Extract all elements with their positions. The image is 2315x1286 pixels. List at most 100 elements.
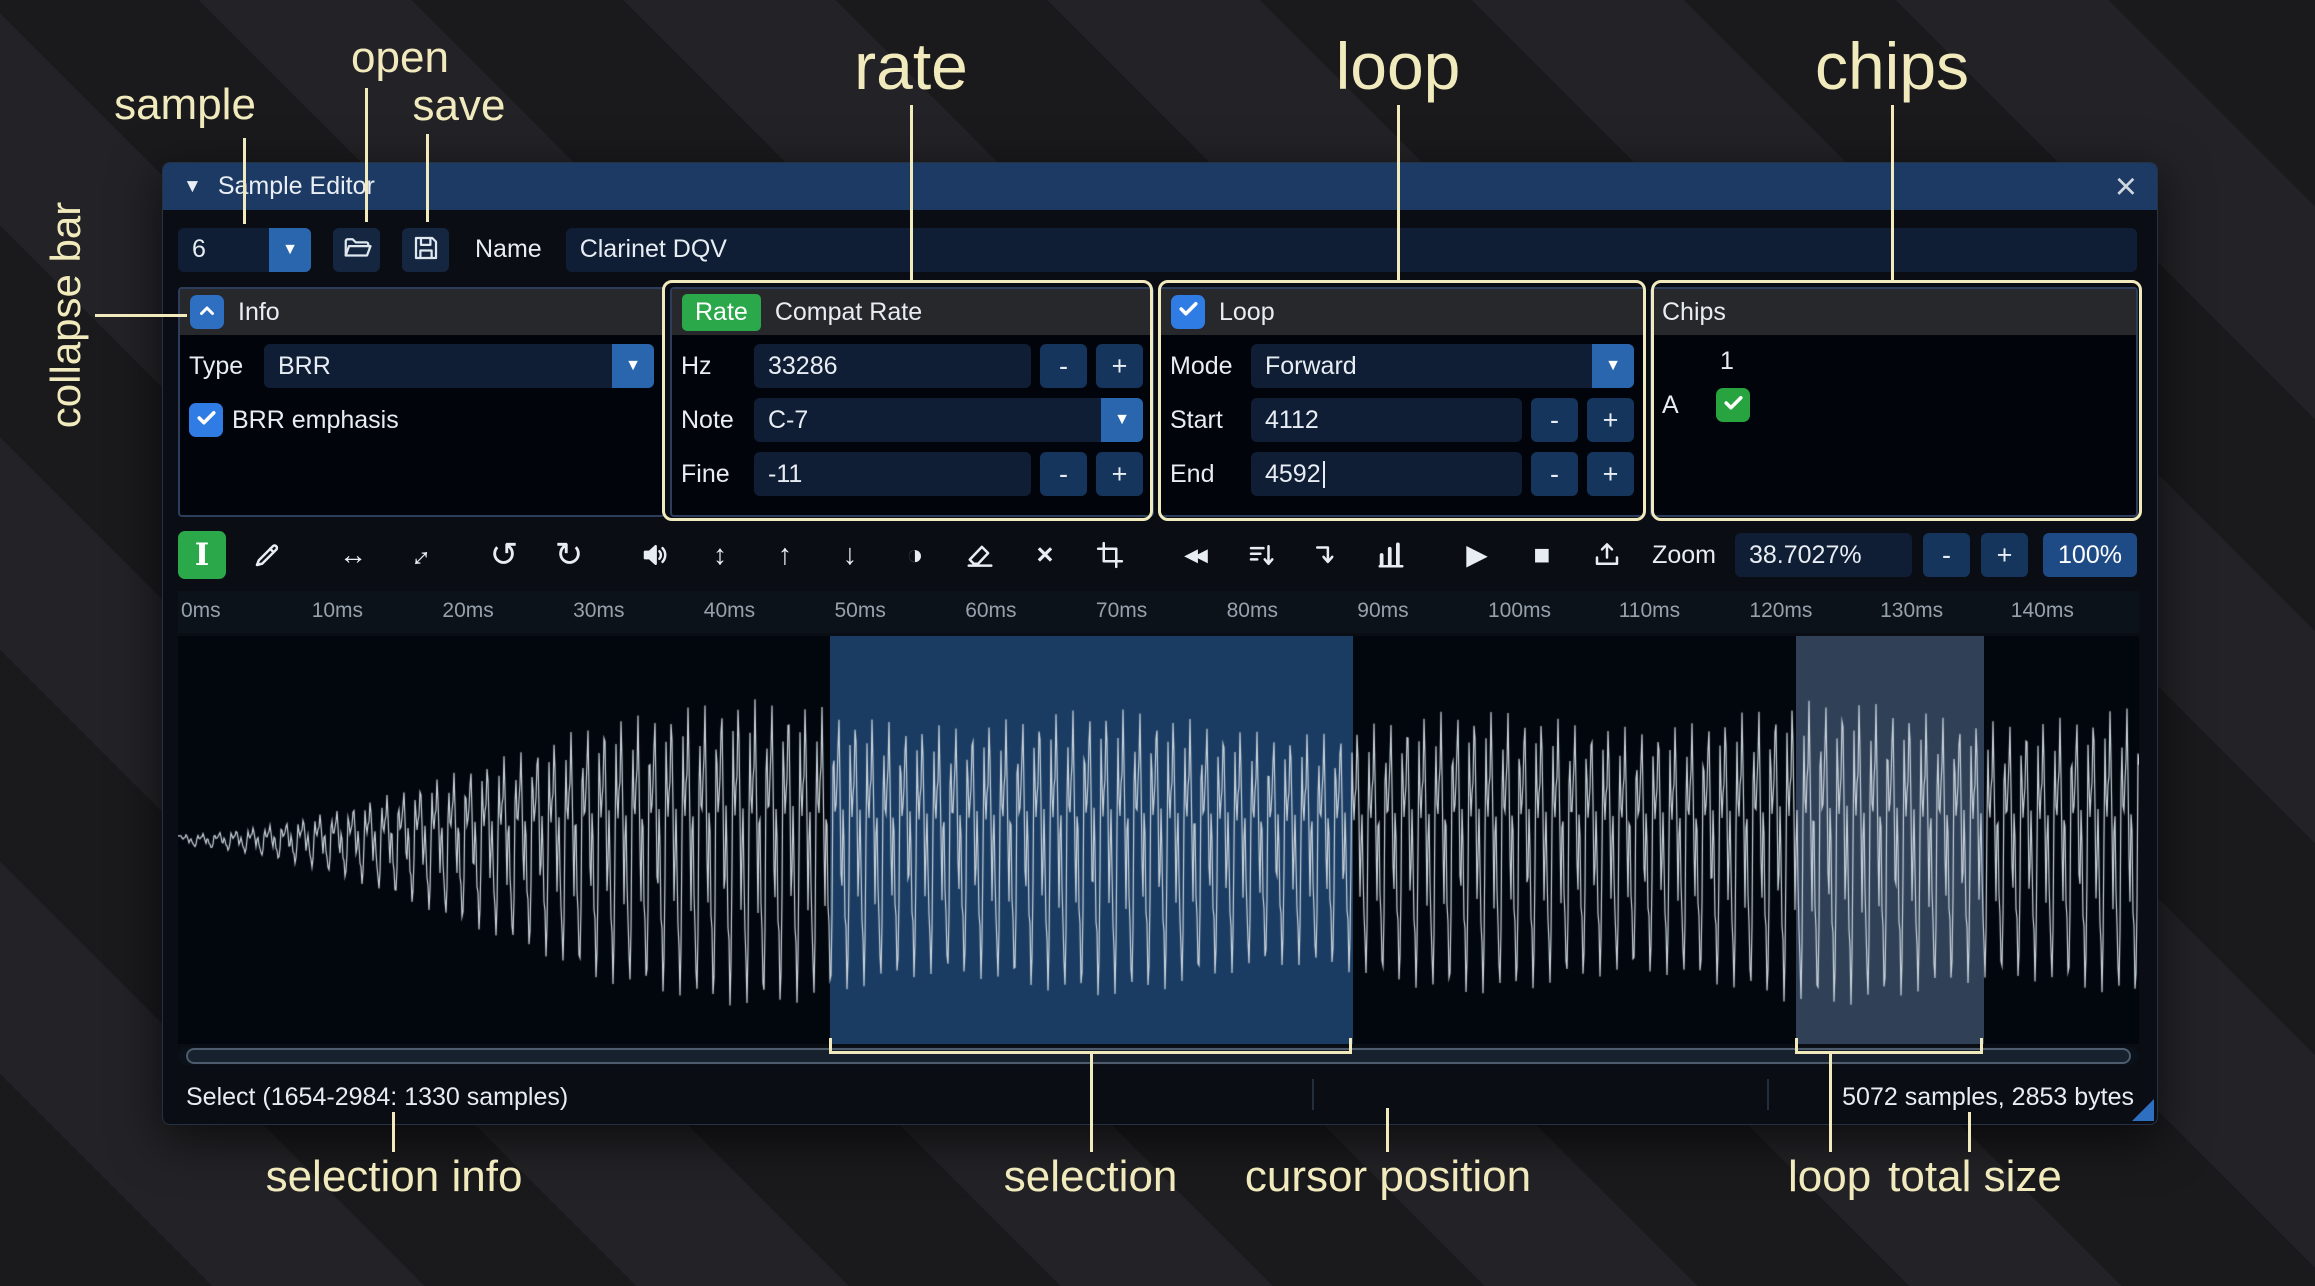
annotation-save: save — [412, 81, 506, 130]
timeline-label: 50ms — [834, 599, 886, 622]
rate-header-label: Compat Rate — [774, 297, 923, 326]
stop-button[interactable]: ■ — [1518, 531, 1566, 579]
note-select[interactable]: C-7 ▼ — [754, 398, 1143, 442]
resize-button[interactable]: ↔ — [329, 531, 377, 579]
zoom-reset-button[interactable]: 100% — [2043, 533, 2137, 577]
amplify-button[interactable] — [631, 531, 679, 579]
rate-mode-button[interactable]: Rate — [682, 293, 761, 331]
loop-end-input[interactable]: 4592 — [1251, 452, 1522, 496]
hz-increment-button[interactable]: + — [1096, 344, 1143, 388]
loop-mode-select[interactable]: Forward ▼ — [1251, 344, 1634, 388]
brr-emphasis-label: BRR emphasis — [232, 405, 399, 434]
loop-end-decrement-button[interactable]: - — [1531, 452, 1578, 496]
sample-number-select[interactable]: 6 ▼ — [178, 227, 311, 272]
trim-button[interactable] — [1086, 531, 1134, 579]
folder-open-icon — [342, 233, 372, 266]
loop-end-label: End — [1170, 459, 1215, 488]
chip-enable-checkbox[interactable] — [1716, 388, 1750, 422]
note-label: Note — [681, 405, 734, 434]
loop-panel-header: Loop — [1161, 289, 1643, 335]
ibeam-cursor-icon: I — [194, 536, 210, 573]
fine-increment-button[interactable]: + — [1096, 452, 1143, 496]
chips-header-label: Chips — [1662, 297, 1726, 326]
fine-value: -11 — [768, 459, 803, 488]
undo-button[interactable]: ↺ — [480, 531, 528, 579]
zoom-input[interactable]: 38.7027% — [1735, 533, 1912, 577]
sample-type-value: BRR — [278, 351, 331, 380]
annotation-rate: rate — [854, 29, 968, 103]
edit-mode-select-button[interactable]: I — [178, 531, 226, 579]
selection-info-text: Select (1654-2984: 1330 samples) — [186, 1083, 569, 1111]
create-wavetable-button[interactable] — [1583, 531, 1631, 579]
fine-decrement-button[interactable]: - — [1040, 452, 1087, 496]
resize-grip[interactable] — [2132, 1099, 2154, 1121]
waveform-display[interactable] — [178, 636, 2139, 1044]
loop-end-increment-button[interactable]: + — [1587, 452, 1634, 496]
chevron-down-icon: ▼ — [269, 227, 311, 272]
resample-button[interactable]: ↔ — [394, 531, 442, 579]
close-icon[interactable]: × — [2115, 168, 2137, 206]
note-value: C-7 — [768, 405, 809, 434]
scrollbar-handle[interactable] — [186, 1048, 2131, 1064]
loop-mode-label: Mode — [1170, 351, 1233, 380]
timeline-label: 10ms — [311, 599, 364, 622]
collapse-bar-button[interactable] — [190, 295, 224, 329]
fade-out-button[interactable]: ↓ — [826, 531, 874, 579]
chip-column-header: 1 — [1720, 346, 1734, 375]
chips-panel: Chips 1 A — [1650, 287, 2138, 517]
insert-silence-button[interactable] — [1302, 531, 1350, 579]
arrow-up-icon: ↑ — [777, 538, 793, 571]
delete-button[interactable]: × — [1021, 531, 1069, 579]
hz-label: Hz — [681, 351, 712, 380]
play-button[interactable]: ▶ — [1453, 531, 1501, 579]
loop-start-label: Start — [1170, 405, 1223, 434]
invert-button[interactable]: ◑ — [891, 531, 939, 579]
redo-button[interactable]: ↻ — [545, 531, 593, 579]
waveform-scrollbar[interactable] — [178, 1047, 2139, 1065]
annotation-selection: selection — [1003, 1152, 1178, 1201]
edit-mode-draw-button[interactable] — [243, 531, 291, 579]
rate-panel: Rate Compat Rate Hz 33286 - + Note C-7 ▼ — [670, 287, 1154, 517]
loop-enable-checkbox[interactable] — [1171, 295, 1205, 329]
timeline-label: 60ms — [965, 599, 1017, 622]
zoom-out-button[interactable]: - — [1923, 533, 1970, 577]
filter-button[interactable] — [1237, 531, 1285, 579]
titlebar[interactable]: ▼ Sample Editor × — [163, 163, 2157, 210]
fine-label: Fine — [681, 459, 730, 488]
silence-button[interactable] — [956, 531, 1004, 579]
brr-emphasis-checkbox[interactable] — [189, 403, 223, 437]
normalize-button[interactable]: ↕ — [696, 531, 744, 579]
status-separator — [1767, 1079, 1769, 1110]
reverse-button[interactable]: ◀◀ — [1172, 531, 1220, 579]
chevron-down-icon: ▼ — [1592, 344, 1634, 388]
open-sample-button[interactable] — [333, 227, 380, 272]
timeline-label: 140ms — [2010, 599, 2074, 622]
preview-button[interactable] — [1367, 531, 1415, 579]
hz-decrement-button[interactable]: - — [1040, 344, 1087, 388]
upload-tray-icon — [1592, 540, 1622, 570]
pencil-icon — [252, 540, 282, 570]
window-collapse-icon[interactable]: ▼ — [183, 176, 202, 198]
loop-start-increment-button[interactable]: + — [1587, 398, 1634, 442]
zoom-in-button[interactable]: + — [1981, 533, 2028, 577]
save-sample-button[interactable] — [402, 227, 449, 272]
loop-start-input[interactable]: 4112 — [1251, 398, 1522, 442]
floppy-disk-icon — [411, 233, 441, 266]
hz-input[interactable]: 33286 — [754, 344, 1031, 388]
fine-input[interactable]: -11 — [754, 452, 1031, 496]
timeline-label: 90ms — [1357, 599, 1409, 622]
timeline-label: 20ms — [442, 599, 494, 622]
loop-start-decrement-button[interactable]: - — [1531, 398, 1578, 442]
check-icon — [1176, 296, 1201, 328]
undo-arrow-icon: ↺ — [489, 536, 519, 574]
sample-type-select[interactable]: BRR ▼ — [264, 344, 654, 388]
timeline-label: 80ms — [1226, 599, 1278, 622]
zoom-label: Zoom — [1652, 540, 1716, 569]
status-separator — [1312, 1079, 1314, 1110]
sample-editor-window: ▼ Sample Editor × 6 ▼ Name Clarinet DQV … — [162, 162, 2158, 1125]
timeline-ruler[interactable]: 0ms 10ms 20ms 30ms 40ms 50ms 60ms 70ms 80ms 90ms 1… — [178, 591, 2139, 633]
name-input[interactable]: Clarinet DQV — [565, 227, 2137, 272]
rate-panel-header: Rate Compat Rate — [672, 289, 1152, 335]
fade-in-button[interactable]: ↑ — [761, 531, 809, 579]
waveform-canvas[interactable] — [178, 636, 2139, 1044]
